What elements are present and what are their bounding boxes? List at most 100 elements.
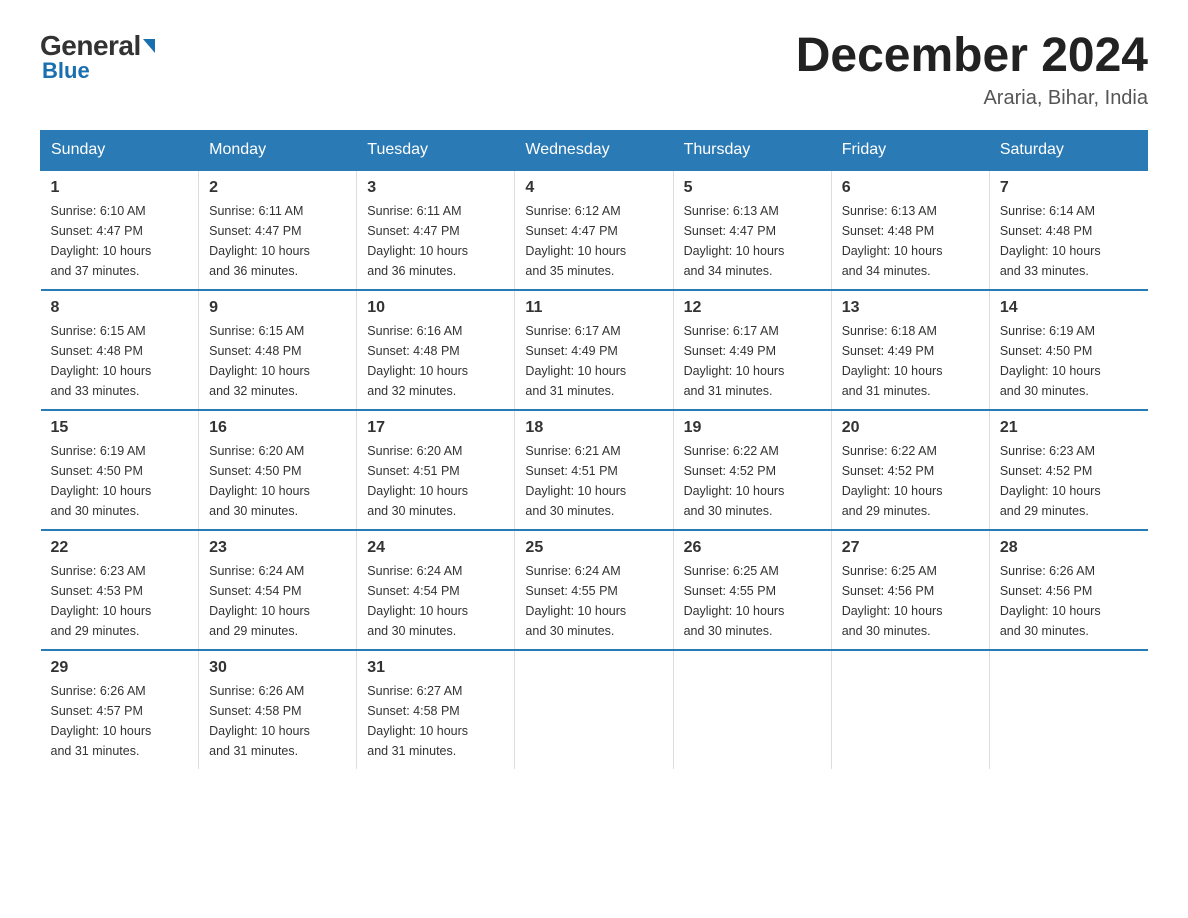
day-number: 28 [1000, 539, 1138, 557]
day-info: Sunrise: 6:20 AM Sunset: 4:50 PM Dayligh… [209, 441, 346, 521]
calendar-cell: 15 Sunrise: 6:19 AM Sunset: 4:50 PM Dayl… [41, 410, 199, 530]
day-info: Sunrise: 6:13 AM Sunset: 4:47 PM Dayligh… [684, 201, 821, 281]
day-number: 19 [684, 419, 821, 437]
day-info: Sunrise: 6:22 AM Sunset: 4:52 PM Dayligh… [842, 441, 979, 521]
day-number: 5 [684, 179, 821, 197]
day-info: Sunrise: 6:23 AM Sunset: 4:52 PM Dayligh… [1000, 441, 1138, 521]
calendar-cell: 5 Sunrise: 6:13 AM Sunset: 4:47 PM Dayli… [673, 170, 831, 290]
day-number: 15 [51, 419, 189, 437]
calendar-cell [831, 650, 989, 769]
header-wednesday: Wednesday [515, 130, 673, 170]
calendar-header: Sunday Monday Tuesday Wednesday Thursday… [41, 130, 1148, 170]
day-number: 17 [367, 419, 504, 437]
calendar-cell: 27 Sunrise: 6:25 AM Sunset: 4:56 PM Dayl… [831, 530, 989, 650]
day-number: 9 [209, 299, 346, 317]
calendar-cell: 13 Sunrise: 6:18 AM Sunset: 4:49 PM Dayl… [831, 290, 989, 410]
day-info: Sunrise: 6:20 AM Sunset: 4:51 PM Dayligh… [367, 441, 504, 521]
day-number: 30 [209, 659, 346, 677]
calendar-cell: 25 Sunrise: 6:24 AM Sunset: 4:55 PM Dayl… [515, 530, 673, 650]
logo: General Blue [40, 30, 155, 84]
day-number: 10 [367, 299, 504, 317]
calendar-cell: 29 Sunrise: 6:26 AM Sunset: 4:57 PM Dayl… [41, 650, 199, 769]
calendar-body: 1 Sunrise: 6:10 AM Sunset: 4:47 PM Dayli… [41, 170, 1148, 769]
calendar-cell: 17 Sunrise: 6:20 AM Sunset: 4:51 PM Dayl… [357, 410, 515, 530]
day-number: 24 [367, 539, 504, 557]
header-monday: Monday [199, 130, 357, 170]
calendar-cell: 12 Sunrise: 6:17 AM Sunset: 4:49 PM Dayl… [673, 290, 831, 410]
calendar-cell: 1 Sunrise: 6:10 AM Sunset: 4:47 PM Dayli… [41, 170, 199, 290]
calendar-cell: 16 Sunrise: 6:20 AM Sunset: 4:50 PM Dayl… [199, 410, 357, 530]
day-number: 3 [367, 179, 504, 197]
calendar-cell [515, 650, 673, 769]
logo-arrow-icon [143, 39, 155, 53]
day-info: Sunrise: 6:21 AM Sunset: 4:51 PM Dayligh… [525, 441, 662, 521]
calendar-cell: 18 Sunrise: 6:21 AM Sunset: 4:51 PM Dayl… [515, 410, 673, 530]
calendar-week-row: 1 Sunrise: 6:10 AM Sunset: 4:47 PM Dayli… [41, 170, 1148, 290]
day-info: Sunrise: 6:11 AM Sunset: 4:47 PM Dayligh… [209, 201, 346, 281]
day-number: 20 [842, 419, 979, 437]
header-friday: Friday [831, 130, 989, 170]
calendar-cell: 26 Sunrise: 6:25 AM Sunset: 4:55 PM Dayl… [673, 530, 831, 650]
logo-blue-text: Blue [42, 58, 90, 84]
day-info: Sunrise: 6:23 AM Sunset: 4:53 PM Dayligh… [51, 561, 189, 641]
calendar-week-row: 29 Sunrise: 6:26 AM Sunset: 4:57 PM Dayl… [41, 650, 1148, 769]
calendar-cell: 9 Sunrise: 6:15 AM Sunset: 4:48 PM Dayli… [199, 290, 357, 410]
day-info: Sunrise: 6:17 AM Sunset: 4:49 PM Dayligh… [525, 321, 662, 401]
calendar-week-row: 8 Sunrise: 6:15 AM Sunset: 4:48 PM Dayli… [41, 290, 1148, 410]
day-number: 6 [842, 179, 979, 197]
day-number: 27 [842, 539, 979, 557]
page-header: General Blue December 2024 Araria, Bihar… [40, 30, 1148, 110]
day-info: Sunrise: 6:19 AM Sunset: 4:50 PM Dayligh… [51, 441, 189, 521]
header-saturday: Saturday [989, 130, 1147, 170]
day-number: 2 [209, 179, 346, 197]
day-info: Sunrise: 6:15 AM Sunset: 4:48 PM Dayligh… [209, 321, 346, 401]
calendar-cell: 24 Sunrise: 6:24 AM Sunset: 4:54 PM Dayl… [357, 530, 515, 650]
day-info: Sunrise: 6:19 AM Sunset: 4:50 PM Dayligh… [1000, 321, 1138, 401]
day-number: 22 [51, 539, 189, 557]
day-number: 31 [367, 659, 504, 677]
header-thursday: Thursday [673, 130, 831, 170]
calendar-cell: 6 Sunrise: 6:13 AM Sunset: 4:48 PM Dayli… [831, 170, 989, 290]
calendar-cell: 28 Sunrise: 6:26 AM Sunset: 4:56 PM Dayl… [989, 530, 1147, 650]
day-info: Sunrise: 6:26 AM Sunset: 4:57 PM Dayligh… [51, 681, 189, 761]
day-info: Sunrise: 6:24 AM Sunset: 4:54 PM Dayligh… [209, 561, 346, 641]
day-info: Sunrise: 6:25 AM Sunset: 4:56 PM Dayligh… [842, 561, 979, 641]
calendar-cell: 21 Sunrise: 6:23 AM Sunset: 4:52 PM Dayl… [989, 410, 1147, 530]
day-info: Sunrise: 6:24 AM Sunset: 4:54 PM Dayligh… [367, 561, 504, 641]
calendar-cell [989, 650, 1147, 769]
day-number: 8 [51, 299, 189, 317]
day-info: Sunrise: 6:24 AM Sunset: 4:55 PM Dayligh… [525, 561, 662, 641]
day-info: Sunrise: 6:10 AM Sunset: 4:47 PM Dayligh… [51, 201, 189, 281]
calendar-cell: 23 Sunrise: 6:24 AM Sunset: 4:54 PM Dayl… [199, 530, 357, 650]
calendar-cell: 20 Sunrise: 6:22 AM Sunset: 4:52 PM Dayl… [831, 410, 989, 530]
header-tuesday: Tuesday [357, 130, 515, 170]
day-number: 21 [1000, 419, 1138, 437]
day-info: Sunrise: 6:15 AM Sunset: 4:48 PM Dayligh… [51, 321, 189, 401]
day-number: 14 [1000, 299, 1138, 317]
calendar-cell [673, 650, 831, 769]
day-number: 11 [525, 299, 662, 317]
day-number: 18 [525, 419, 662, 437]
day-info: Sunrise: 6:17 AM Sunset: 4:49 PM Dayligh… [684, 321, 821, 401]
day-info: Sunrise: 6:27 AM Sunset: 4:58 PM Dayligh… [367, 681, 504, 761]
day-number: 25 [525, 539, 662, 557]
day-number: 26 [684, 539, 821, 557]
day-number: 29 [51, 659, 189, 677]
calendar-cell: 7 Sunrise: 6:14 AM Sunset: 4:48 PM Dayli… [989, 170, 1147, 290]
day-info: Sunrise: 6:25 AM Sunset: 4:55 PM Dayligh… [684, 561, 821, 641]
day-number: 4 [525, 179, 662, 197]
day-info: Sunrise: 6:26 AM Sunset: 4:58 PM Dayligh… [209, 681, 346, 761]
month-year-title: December 2024 [796, 30, 1148, 83]
calendar-week-row: 15 Sunrise: 6:19 AM Sunset: 4:50 PM Dayl… [41, 410, 1148, 530]
header-row: Sunday Monday Tuesday Wednesday Thursday… [41, 130, 1148, 170]
day-info: Sunrise: 6:14 AM Sunset: 4:48 PM Dayligh… [1000, 201, 1138, 281]
day-number: 13 [842, 299, 979, 317]
day-info: Sunrise: 6:18 AM Sunset: 4:49 PM Dayligh… [842, 321, 979, 401]
calendar-cell: 8 Sunrise: 6:15 AM Sunset: 4:48 PM Dayli… [41, 290, 199, 410]
calendar-cell: 31 Sunrise: 6:27 AM Sunset: 4:58 PM Dayl… [357, 650, 515, 769]
location-text: Araria, Bihar, India [796, 87, 1148, 110]
calendar-cell: 2 Sunrise: 6:11 AM Sunset: 4:47 PM Dayli… [199, 170, 357, 290]
day-number: 12 [684, 299, 821, 317]
header-sunday: Sunday [41, 130, 199, 170]
day-info: Sunrise: 6:11 AM Sunset: 4:47 PM Dayligh… [367, 201, 504, 281]
